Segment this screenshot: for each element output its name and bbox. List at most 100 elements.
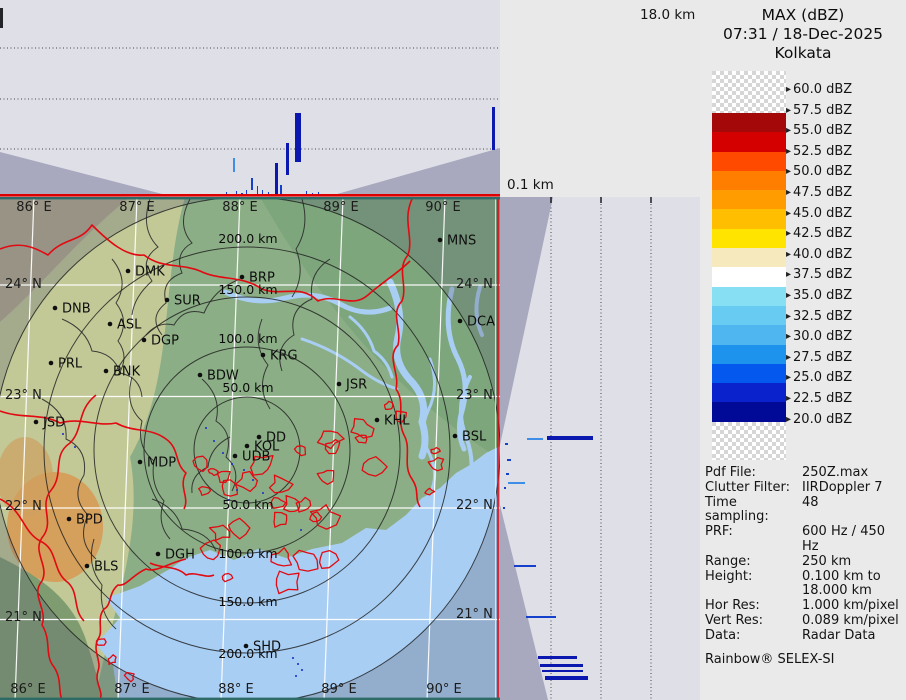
scale-tick-arrow-icon: ▸ xyxy=(786,269,791,280)
echo-side-bar xyxy=(507,459,511,461)
weak-echo-speck xyxy=(252,479,254,481)
metadata-label: PRF: xyxy=(705,525,802,555)
station-label: BRP xyxy=(249,271,275,286)
scale-swatch xyxy=(712,171,786,190)
echo-side-bar xyxy=(508,482,525,484)
scale-tick-arrow-icon: ▸ xyxy=(786,105,791,116)
scale-label-text: 45.0 dBZ xyxy=(793,206,852,221)
longitude-label: 86° E xyxy=(16,200,51,215)
echo-side-bar xyxy=(514,565,536,567)
latitude-label: 21° N xyxy=(5,610,42,625)
station-marker xyxy=(85,564,90,569)
weak-echo-speck xyxy=(74,446,76,448)
longitude-label: 86° E xyxy=(10,682,45,697)
scale-swatch xyxy=(712,364,786,383)
legend-panel: MAX (dBZ) 07:31 / 18-Dec-2025 Kolkata ▸6… xyxy=(700,0,906,700)
ns-height-profile-panel xyxy=(500,197,700,700)
scale-label-text: 30.0 dBZ xyxy=(793,329,852,344)
weak-echo-speck xyxy=(297,663,299,665)
ring-distance-label: 100.0 km xyxy=(218,331,277,346)
product-title: MAX (dBZ) xyxy=(700,6,906,25)
metadata-value: 250Z.max xyxy=(802,466,903,481)
station-marker xyxy=(337,382,342,387)
echo-side-bar xyxy=(545,676,588,680)
station-marker xyxy=(138,460,143,465)
station-label: DMK xyxy=(135,265,165,280)
scale-label: ▸37.5 dBZ xyxy=(786,267,852,283)
metadata-row: Range:250 km xyxy=(705,555,903,570)
station-marker xyxy=(49,361,54,366)
ring-distance-label: 50.0 km xyxy=(222,497,273,512)
scale-swatch xyxy=(712,152,786,171)
metadata-value: 250 km xyxy=(802,555,903,570)
scale-label: ▸47.5 dBZ xyxy=(786,185,852,201)
metadata-block: Pdf File:250Z.maxClutter Filter:IIRDoppl… xyxy=(705,466,903,667)
scale-swatch xyxy=(712,113,786,132)
scale-label-text: 60.0 dBZ xyxy=(793,82,852,97)
scale-tick-arrow-icon: ▸ xyxy=(786,125,791,136)
metadata-value: 0.100 km to 18.000 km xyxy=(802,570,903,600)
scale-tick-arrow-icon: ▸ xyxy=(786,414,791,425)
scale-tick-arrow-icon: ▸ xyxy=(786,372,791,383)
metadata-value: 600 Hz / 450 Hz xyxy=(802,525,903,555)
scale-label: ▸27.5 dBZ xyxy=(786,350,852,366)
scale-swatch xyxy=(712,229,786,248)
longitude-label: 89° E xyxy=(323,200,358,215)
scale-label: ▸45.0 dBZ xyxy=(786,206,852,222)
station-label: JSR xyxy=(345,378,367,393)
metadata-row: PRF:600 Hz / 450 Hz xyxy=(705,525,903,555)
echo-side-bar xyxy=(527,438,543,440)
station-label: KHL xyxy=(384,414,410,429)
echo-top-bar xyxy=(295,113,301,162)
scale-tick-arrow-icon: ▸ xyxy=(786,393,791,404)
scale-swatch xyxy=(712,345,786,364)
scale-label-text: 47.5 dBZ xyxy=(793,185,852,200)
scale-label-text: 50.0 dBZ xyxy=(793,164,852,179)
radar-map-canvas[interactable]: 200.0 km150.0 km100.0 km50.0 km50.0 km10… xyxy=(0,197,500,700)
scale-tick-arrow-icon: ▸ xyxy=(786,208,791,219)
latitude-label: 21° N xyxy=(456,607,493,622)
scale-swatch xyxy=(712,383,786,402)
scale-label: ▸30.0 dBZ xyxy=(786,329,852,345)
longitude-label: 87° E xyxy=(114,682,149,697)
metadata-label: Pdf File: xyxy=(705,466,802,481)
station-marker xyxy=(108,322,113,327)
scale-label: ▸20.0 dBZ xyxy=(786,412,852,428)
scale-label: ▸32.5 dBZ xyxy=(786,309,852,325)
scale-label-text: 37.5 dBZ xyxy=(793,267,852,282)
metadata-value: 48 xyxy=(802,496,903,526)
station-marker xyxy=(458,319,463,324)
station-label: UDB xyxy=(242,450,270,465)
scale-label-text: 27.5 dBZ xyxy=(793,350,852,365)
scale-tick-arrow-icon: ▸ xyxy=(786,311,791,322)
scale-label: ▸55.0 dBZ xyxy=(786,123,852,139)
echo-side-bar xyxy=(504,487,506,489)
station-marker xyxy=(156,552,161,557)
echo-top-bar xyxy=(492,107,495,150)
station-label: BNK xyxy=(113,365,141,380)
radar-map[interactable]: 200.0 km150.0 km100.0 km50.0 km50.0 km10… xyxy=(0,197,500,700)
station-marker xyxy=(142,338,147,343)
ring-distance-label: 150.0 km xyxy=(218,594,277,609)
ring-distance-label: 200.0 km xyxy=(218,231,277,246)
software-brand: Rainbow® SELEX-SI xyxy=(705,653,903,668)
scale-label: ▸40.0 dBZ xyxy=(786,247,852,263)
station-label: DNB xyxy=(62,302,91,317)
latitude-label: 23° N xyxy=(5,388,42,403)
weak-echo-speck xyxy=(295,675,297,677)
scale-label-text: 20.0 dBZ xyxy=(793,412,852,427)
station-label: SHD xyxy=(253,640,281,655)
station-label: BPD xyxy=(76,513,103,528)
metadata-row: Data:Radar Data xyxy=(705,629,903,644)
latitude-label: 24° N xyxy=(456,277,493,292)
metadata-label: Height: xyxy=(705,570,802,600)
scale-label-text: 57.5 dBZ xyxy=(793,103,852,118)
weak-echo-speck xyxy=(231,463,233,465)
scale-label: ▸57.5 dBZ xyxy=(786,103,852,119)
scale-swatch xyxy=(712,190,786,209)
echo-side-bar xyxy=(506,473,509,475)
timestamp: 07:31 / 18-Dec-2025 xyxy=(700,25,906,44)
scale-swatch xyxy=(712,306,786,325)
station-label: BDW xyxy=(207,369,239,384)
scale-label: ▸35.0 dBZ xyxy=(786,288,852,304)
